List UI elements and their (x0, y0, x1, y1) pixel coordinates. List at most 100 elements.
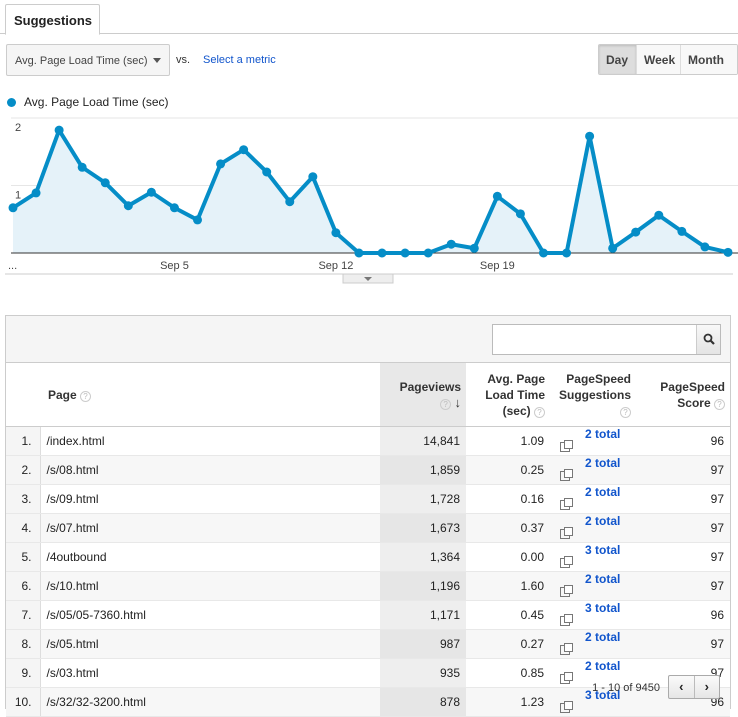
pageviews-value: 1,673 (380, 513, 466, 543)
data-point[interactable] (285, 197, 295, 207)
select-metric-link[interactable]: Select a metric (203, 54, 276, 66)
page-link[interactable]: /s/05/05-7360.html (40, 600, 380, 630)
metric-dropdown[interactable]: Avg. Page Load Time (sec) (6, 44, 170, 76)
page-link[interactable]: /s/07.html (40, 513, 380, 543)
table-row: 1./index.html 14,841 1.09 2 total 96 (6, 426, 730, 456)
data-point[interactable] (631, 227, 641, 237)
header-page[interactable]: Page ? (40, 362, 380, 427)
row-index: 7. (6, 600, 41, 630)
help-icon[interactable]: ? (80, 390, 92, 402)
header-suggestions-line1: PageSpeed (566, 371, 631, 386)
suggestions-link[interactable]: 2 total (585, 572, 620, 586)
data-point[interactable] (123, 201, 133, 211)
data-point[interactable] (515, 209, 525, 219)
header-load-time-line2: Load Time (485, 387, 545, 402)
data-point[interactable] (723, 247, 733, 257)
page-link[interactable]: /s/05.html (40, 629, 380, 659)
data-point[interactable] (608, 243, 618, 253)
external-link-icon[interactable] (560, 585, 573, 597)
data-point[interactable] (654, 210, 664, 220)
vs-label: vs. (176, 54, 191, 66)
data-point[interactable] (216, 159, 226, 169)
data-point[interactable] (400, 248, 410, 258)
header-pageviews[interactable]: Pageviews? ↓ (380, 362, 466, 427)
suggestions-link[interactable]: 2 total (585, 456, 620, 470)
period-month-button[interactable]: Month (680, 45, 737, 74)
help-icon[interactable]: ? (440, 398, 452, 410)
data-point[interactable] (423, 248, 433, 258)
page-link[interactable]: /index.html (40, 426, 380, 456)
x-tick-label: ... (8, 260, 17, 272)
data-point[interactable] (169, 203, 179, 213)
sort-desc-icon: ↓ (454, 394, 462, 410)
external-link-icon[interactable] (560, 556, 573, 568)
data-point[interactable] (538, 248, 548, 258)
next-page-button[interactable]: › (695, 676, 720, 698)
data-point[interactable] (262, 167, 272, 177)
header-score[interactable]: PageSpeed Score ? (636, 362, 730, 427)
load-time-value: 0.37 (466, 513, 550, 543)
chart-resize-handle[interactable] (342, 273, 394, 284)
page-link[interactable]: /4outbound (40, 542, 380, 572)
suggestions-link[interactable]: 2 total (585, 630, 620, 644)
period-toggle: Day Week Month (598, 44, 738, 75)
data-point[interactable] (193, 215, 203, 225)
data-point[interactable] (469, 243, 479, 253)
page-link[interactable]: /s/08.html (40, 455, 380, 485)
score-value: 97 (636, 571, 730, 601)
search-icon (703, 333, 715, 345)
external-link-icon[interactable] (560, 440, 573, 452)
table-search-input[interactable] (493, 325, 693, 352)
data-point[interactable] (331, 228, 341, 238)
suggestions-link[interactable]: 2 total (585, 427, 620, 441)
data-point[interactable] (377, 248, 387, 258)
data-point[interactable] (54, 125, 64, 135)
search-button[interactable] (696, 325, 720, 354)
data-point[interactable] (308, 172, 318, 182)
data-point[interactable] (239, 145, 249, 155)
data-point[interactable] (562, 248, 572, 258)
pageviews-value: 1,728 (380, 484, 466, 514)
header-pageviews-label: Pageviews (399, 379, 461, 394)
prev-page-button[interactable]: ‹ (669, 676, 695, 698)
help-icon[interactable]: ? (620, 406, 631, 418)
y-tick-label: 1 (15, 190, 21, 202)
table-footer: 1 - 10 of 9450 ‹ › (6, 669, 730, 708)
data-point[interactable] (700, 242, 710, 252)
suggestions-link[interactable]: 3 total (585, 543, 620, 557)
tab-bar: Suggestions (0, 0, 738, 35)
page-link[interactable]: /s/10.html (40, 571, 380, 601)
suggestions-link[interactable]: 2 total (585, 485, 620, 499)
data-point[interactable] (77, 162, 87, 172)
external-link-icon[interactable] (560, 527, 573, 539)
help-icon[interactable]: ? (534, 406, 545, 418)
x-tick-label: Sep 12 (318, 260, 353, 272)
data-point[interactable] (31, 188, 41, 198)
data-point[interactable] (100, 178, 110, 188)
data-point[interactable] (446, 239, 456, 249)
external-link-icon[interactable] (560, 469, 573, 481)
table-row: 5./4outbound 1,364 0.00 3 total 97 (6, 542, 730, 572)
help-icon[interactable]: ? (714, 398, 725, 410)
data-point[interactable] (146, 187, 156, 197)
data-point[interactable] (8, 203, 18, 213)
period-week-button[interactable]: Week (636, 45, 680, 74)
suggestions-link[interactable]: 2 total (585, 514, 620, 528)
table-row: 4./s/07.html 1,673 0.37 2 total 97 (6, 513, 730, 543)
suggestions-link[interactable]: 3 total (585, 601, 620, 615)
suggestions-cell: 3 total (550, 600, 636, 630)
data-point[interactable] (492, 191, 502, 201)
period-day-button[interactable]: Day (599, 45, 636, 74)
header-suggestions[interactable]: PageSpeed Suggestions? (550, 362, 636, 427)
page-link[interactable]: /s/09.html (40, 484, 380, 514)
header-load-time[interactable]: Avg. Page Load Time (sec) ? (466, 362, 550, 427)
data-point[interactable] (354, 248, 364, 258)
external-link-icon[interactable] (560, 614, 573, 626)
score-value: 97 (636, 542, 730, 572)
data-point[interactable] (677, 226, 687, 236)
pageviews-value: 1,171 (380, 600, 466, 630)
data-point[interactable] (585, 131, 595, 141)
external-link-icon[interactable] (560, 643, 573, 655)
tab-suggestions[interactable]: Suggestions (5, 4, 100, 35)
external-link-icon[interactable] (560, 498, 573, 510)
